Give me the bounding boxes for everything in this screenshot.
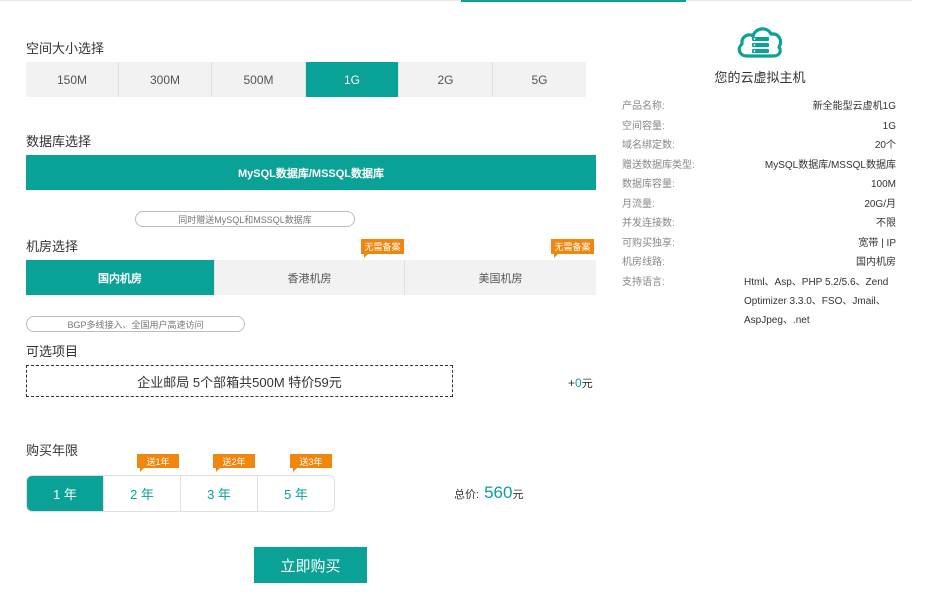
summary-title: 您的云虚拟主机 [714,70,806,85]
duration-option-5y[interactable]: 5 年 [258,476,334,511]
space-size-selector: 150M 300M 500M 1G 2G 5G [26,62,586,97]
hk-no-filing-badge: 无需备案 [361,239,404,258]
spec-value: 国内机房 [856,257,896,268]
spec-key: 域名绑定数: [622,140,675,151]
spec-value: Html、Asp、PHP 5.2/5.6、Zend Optimizer 3.3.… [744,276,889,326]
database-note: 同时赠送MySQL和MSSQL数据库 [135,211,355,227]
active-tab-indicator [461,0,686,2]
addon-price: +0元 [568,375,593,391]
spec-row: 赠送数据库类型: MySQL数据库/MSSQL数据库 [622,156,896,176]
duration-selector: 1 年 2 年 3 年 5 年 [26,475,335,512]
total-price-unit: 元 [512,489,524,501]
top-divider [0,0,912,1]
space-option-150m[interactable]: 150M [26,62,119,97]
spec-value: 100M [870,179,896,190]
gift-tag-2: 送2年 [213,454,255,472]
spec-row: 可购买独享: 宽带 | IP [622,234,896,254]
space-option-500m[interactable]: 500M [212,62,306,97]
spec-value: 20G/月 [864,198,896,210]
spec-value: 20个 [874,140,896,151]
space-option-2g[interactable]: 2G [399,62,493,97]
duration-title: 购买年限 [26,443,79,458]
duration-option-1y[interactable]: 1 年 [27,476,104,511]
spec-value: 新全能型云虚机1G [812,101,896,112]
addon-price-value: 0 [575,376,582,390]
datacenter-note: BGP多线接入、全国用户高速访问 [26,316,245,332]
total-price-label: 总价: [454,489,480,501]
spec-value: 不限 [876,218,896,229]
cloud-server-icon [735,22,785,62]
addon-price-unit: 元 [581,378,593,390]
spec-value: MySQL数据库/MSSQL数据库 [764,159,896,171]
spec-row: 并发连接数: 不限 [622,214,896,234]
spec-row: 数据库容量: 100M [622,175,896,195]
spec-row: 支持语言: Html、Asp、PHP 5.2/5.6、Zend Optimizer… [622,273,896,330]
spec-key: 产品名称: [622,101,665,112]
datacenter-option-usa[interactable]: 美国机房 [405,260,596,295]
spec-row: 空间容量: 1G [622,117,896,137]
datacenter-option-hongkong[interactable]: 香港机房 [215,260,405,295]
spec-row: 产品名称: 新全能型云虚机1G [622,97,896,117]
addon-price-prefix: + [568,376,576,390]
space-option-5g[interactable]: 5G [493,62,586,97]
spec-row: 域名绑定数: 20个 [622,136,896,156]
spec-key: 可购买独享: [622,237,675,249]
datacenter-title: 机房选择 [26,239,79,254]
database-option-mysql-mssql[interactable]: MySQL数据库/MSSQL数据库 [26,155,596,190]
duration-option-2y[interactable]: 2 年 [104,476,181,511]
spec-key: 数据库容量: [622,179,675,190]
summary-specs: 产品名称: 新全能型云虚机1G 空间容量: 1G 域名绑定数: 20个 赠送数据库类型… [622,97,896,330]
gift-tag-3: 送3年 [290,454,332,472]
datacenter-selector: 国内机房 香港机房 美国机房 [26,260,596,295]
us-no-filing-badge: 无需备案 [551,239,594,258]
space-option-1g[interactable]: 1G [306,62,399,97]
spec-key: 机房线路: [622,257,665,268]
duration-option-3y[interactable]: 3 年 [181,476,258,511]
space-option-300m[interactable]: 300M [119,62,212,97]
datacenter-option-domestic[interactable]: 国内机房 [26,260,215,295]
total-price-value: 560 [484,483,513,502]
total-price: 总价: 560 元 [454,483,523,503]
email-addon-option[interactable]: 企业邮局 5个部箱共500M 特价59元 [26,365,453,397]
spec-key: 月流量: [622,198,655,210]
spec-key: 空间容量: [622,120,665,132]
spec-key: 支持语言: [622,276,665,288]
space-size-title: 空间大小选择 [26,41,105,56]
buy-now-button[interactable]: 立即购买 [254,547,367,583]
addons-title: 可选项目 [26,344,79,359]
spec-value: 宽带 | IP [858,237,896,249]
spec-row: 月流量: 20G/月 [622,195,896,215]
spec-key: 赠送数据库类型: [622,159,695,171]
spec-key: 并发连接数: [622,218,675,229]
spec-row: 机房线路: 国内机房 [622,253,896,273]
gift-tag-1: 送1年 [137,454,179,472]
database-title: 数据库选择 [26,134,92,149]
spec-value: 1G [882,120,896,132]
